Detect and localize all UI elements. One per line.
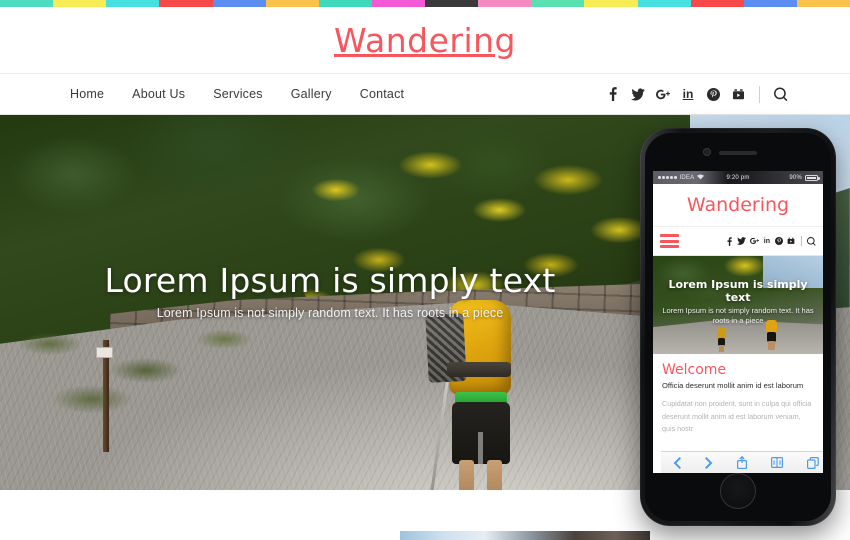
nav-item-contact[interactable]: Contact — [360, 87, 404, 101]
facebook-icon[interactable] — [606, 87, 620, 102]
hamburger-menu-icon[interactable] — [660, 234, 679, 248]
safari-toolbar — [661, 451, 823, 473]
social-links: in — [606, 85, 788, 103]
pinterest-icon[interactable] — [774, 237, 783, 245]
phone-site-logo[interactable]: Wandering — [687, 194, 789, 216]
color-segment — [690, 0, 744, 7]
color-segment — [743, 0, 797, 7]
social-divider — [759, 85, 760, 103]
phone-screen: IDEA 9:20 pm 90% Wandering in Lorem Ipsu… — [653, 171, 823, 473]
color-segment — [212, 0, 266, 7]
status-right: 90% — [750, 174, 820, 181]
pinterest-icon[interactable] — [706, 87, 720, 102]
phone-navigation: in — [653, 226, 823, 256]
nav-item-gallery[interactable]: Gallery — [291, 87, 332, 101]
color-segment — [531, 0, 585, 7]
color-segment — [265, 0, 319, 7]
youtube-icon[interactable] — [731, 87, 745, 102]
hero-text-block: Lorem Ipsum is simply text Lorem Ipsum i… — [0, 261, 660, 321]
backpack-strap — [447, 362, 511, 377]
page-root: Wandering Home About Us Services Gallery… — [0, 0, 850, 540]
phone-welcome-section: Welcome Officia deserunt mollit anim id … — [653, 354, 823, 443]
front-camera — [703, 148, 711, 156]
welcome-heading: Welcome — [662, 362, 727, 378]
welcome-lead-text: Officia deserunt mollit anim id est labo… — [662, 381, 804, 390]
site-logo[interactable]: Wandering — [334, 21, 516, 60]
phone-social-links: in — [727, 236, 816, 246]
phone-body: IDEA 9:20 pm 90% Wandering in Lorem Ipsu… — [645, 133, 831, 521]
search-icon[interactable] — [807, 236, 816, 246]
linkedin-icon[interactable]: in — [764, 238, 770, 245]
phone-hero-hiker-second — [717, 328, 727, 352]
hero-subtitle: Lorem Ipsum is not simply random text. I… — [156, 306, 504, 321]
status-left: IDEA — [658, 173, 726, 182]
search-icon[interactable] — [774, 86, 788, 102]
earpiece-speaker — [719, 151, 757, 155]
hiker-leg-right — [487, 460, 502, 490]
wifi-icon — [697, 173, 705, 182]
color-segment — [637, 0, 691, 7]
color-segment — [796, 0, 850, 7]
phone-hero-banner: Lorem Ipsum is simply text Lorem Ipsum i… — [653, 256, 823, 354]
facebook-icon[interactable] — [727, 236, 733, 246]
bookmarks-icon[interactable] — [771, 457, 783, 468]
color-segment — [371, 0, 425, 7]
phone-hero-text-block: Lorem Ipsum is simply text Lorem Ipsum i… — [653, 278, 823, 326]
trail-sign — [96, 347, 113, 358]
black-shorts — [452, 402, 510, 464]
battery-icon — [805, 174, 820, 181]
phone-status-bar: IDEA 9:20 pm 90% — [653, 171, 823, 184]
carrier-label: IDEA — [679, 174, 695, 181]
next-section-teaser-image — [400, 531, 650, 540]
phone-social-divider — [800, 236, 802, 246]
hiker-leg-left — [459, 460, 474, 490]
back-icon[interactable] — [673, 456, 681, 469]
twitter-icon[interactable] — [736, 237, 746, 245]
forward-icon[interactable] — [705, 456, 713, 469]
iphone-mockup: IDEA 9:20 pm 90% Wandering in Lorem Ipsu… — [640, 128, 836, 526]
google-plus-icon[interactable] — [656, 87, 670, 102]
main-navigation: Home About Us Services Gallery Contact i… — [0, 73, 850, 115]
twitter-icon[interactable] — [631, 87, 645, 102]
google-plus-icon[interactable] — [750, 237, 760, 245]
nav-links: Home About Us Services Gallery Contact — [70, 87, 432, 101]
top-color-strip — [0, 0, 850, 7]
battery-percent: 90% — [789, 174, 802, 181]
color-segment — [318, 0, 372, 7]
status-clock: 9:20 pm — [726, 174, 750, 181]
color-segment — [478, 0, 532, 7]
home-button[interactable] — [720, 473, 756, 509]
phone-logo-band: Wandering — [653, 184, 823, 226]
color-segment — [584, 0, 638, 7]
nav-item-about-us[interactable]: About Us — [132, 87, 185, 101]
color-segment — [0, 0, 54, 7]
color-segment — [159, 0, 213, 7]
signal-dots-icon — [658, 176, 677, 179]
youtube-icon[interactable] — [787, 237, 795, 245]
logo-band: Wandering — [0, 7, 850, 73]
phone-hero-subtitle: Lorem Ipsum is not simply random text. I… — [662, 306, 814, 326]
color-segment — [53, 0, 107, 7]
hero-title: Lorem Ipsum is simply text — [104, 261, 556, 300]
hiker-figure — [425, 300, 535, 490]
linkedin-icon[interactable]: in — [681, 87, 695, 102]
tabs-icon[interactable] — [807, 456, 819, 469]
welcome-body-text: Cupidatat non proident, sunt in culpa qu… — [662, 399, 812, 434]
nav-item-services[interactable]: Services — [213, 87, 263, 101]
share-icon[interactable] — [737, 456, 747, 469]
color-segment — [425, 0, 479, 7]
nav-item-home[interactable]: Home — [70, 87, 104, 101]
phone-hero-title: Lorem Ipsum is simply text — [668, 278, 808, 304]
color-segment — [106, 0, 160, 7]
